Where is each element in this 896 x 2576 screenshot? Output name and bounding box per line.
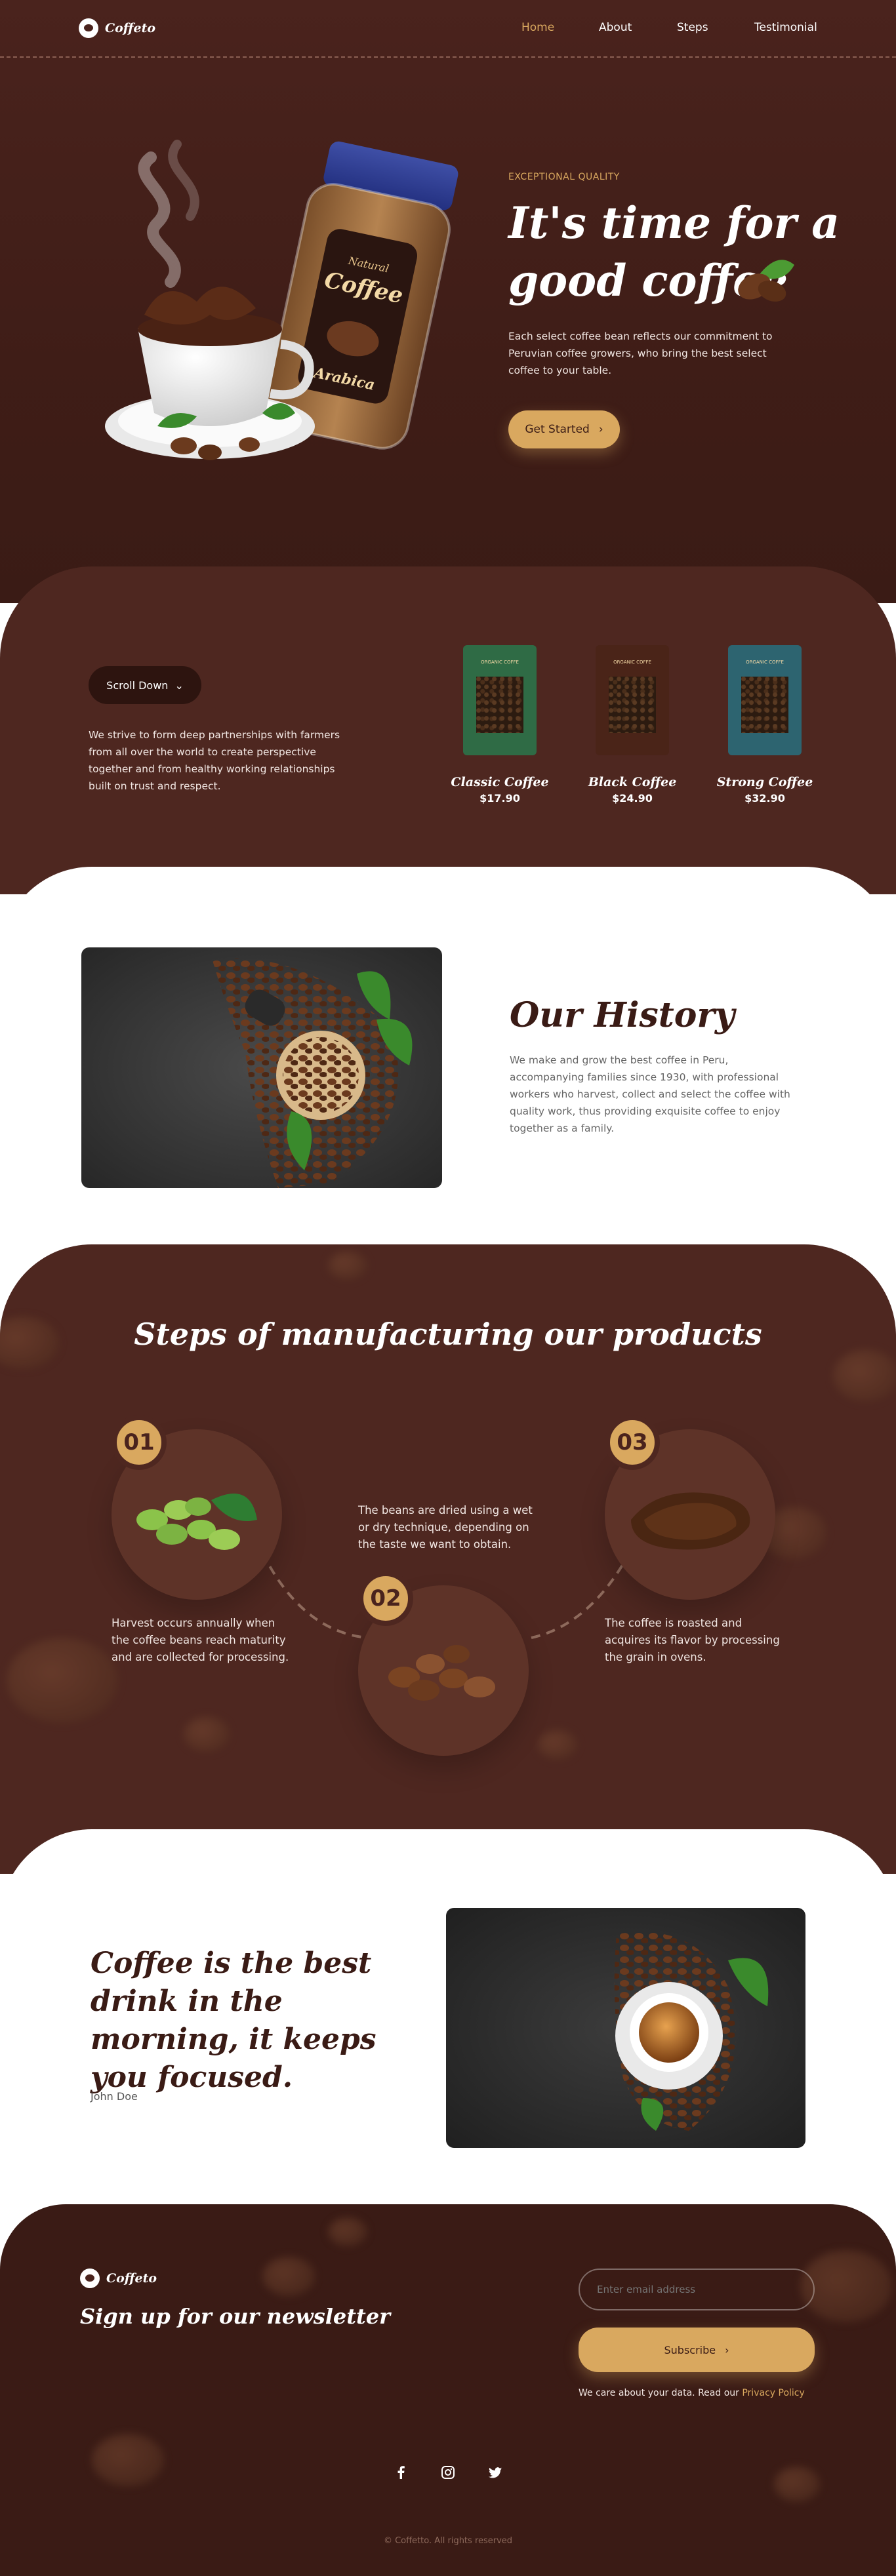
coffee-cup-photo [446,1908,805,2148]
history-section: Our History We make and grow the best co… [0,867,896,1273]
history-title: Our History [510,995,735,1035]
chevron-right-icon: › [598,423,603,436]
decorative-bean [774,2467,820,2502]
coffee-bag-image: ORGANIC COFFE [596,645,669,755]
newsletter-title: Sign up for our newsletter [80,2304,391,2329]
hero-description: Each select coffee bean reflects our com… [508,330,773,376]
email-input[interactable] [579,2269,815,2310]
scroll-down-label: Scroll Down [106,679,169,692]
privacy-policy-link[interactable]: Privacy Policy [742,2388,804,2398]
get-started-button[interactable]: Get Started › [508,410,620,448]
footer: Coffeto Sign up for our newsletter Subsc… [0,2204,896,2576]
testimonial-author: John Doe [91,2090,138,2103]
coffee-cup-icon [79,18,98,38]
step-number: 03 [605,1415,660,1470]
hero-title: It's time for a good coffee [508,194,849,309]
step-text: The coffee is roasted and acquires its f… [605,1617,780,1663]
ground-coffee-image [631,1492,750,1550]
product-price: $17.90 [479,792,520,804]
coffee-beans-photo [81,947,442,1188]
facebook-icon[interactable] [391,2463,411,2482]
subscribe-button[interactable]: Subscribe › [579,2328,815,2372]
hero-eyebrow: EXCEPTIONAL QUALITY [508,172,620,182]
coffee-bag-image: ORGANIC COFFE [463,645,537,755]
footer-brand-name: Coffeto [106,2271,157,2286]
steps-title: Steps of manufacturing our products [134,1317,762,1352]
testimonial-section: Coffee is the best drink in the morning,… [0,1829,896,2236]
step-number: 01 [112,1415,167,1470]
hero-title-line1: It's time for a [508,197,840,248]
product-name: Strong Coffee [716,775,813,789]
green-coffee-beans-image [136,1494,257,1550]
nav-about[interactable]: About [599,21,632,34]
twitter-icon[interactable] [485,2463,505,2482]
nav-home[interactable]: Home [521,21,554,34]
roasted-coffee-beans-image [388,1645,495,1701]
subscribe-label: Subscribe [664,2343,716,2356]
product-price: $32.90 [744,792,785,804]
nav-divider [0,56,896,58]
chevron-down-icon: ⌄ [174,679,184,692]
decorative-bean [328,2217,367,2246]
product-price: $24.90 [612,792,653,804]
brand-name: Coffeto [105,21,156,35]
product-name: Classic Coffee [451,775,549,789]
decorative-bean [262,2257,315,2296]
privacy-text: We care about your data. Read our [579,2388,739,2398]
privacy-note: We care about your data. Read our Privac… [579,2388,805,2398]
nav-testimonial[interactable]: Testimonial [754,21,817,34]
testimonial-quote: Coffee is the best drink in the morning,… [91,1947,377,2094]
decorative-bean [7,1638,118,1723]
step-text: Harvest occurs annually when the coffee … [112,1617,289,1663]
instagram-icon[interactable] [438,2463,458,2482]
products-description: We strive to form deep partnerships with… [89,729,340,792]
bag-label: ORGANIC COFFE [481,660,519,665]
bag-label: ORGANIC COFFE [613,660,651,665]
products-section: Scroll Down ⌄ We strive to form deep par… [0,566,896,894]
chevron-right-icon: › [725,2343,729,2356]
decorative-bean [184,1716,230,1752]
hero-section: Coffeto Home About Steps Testimonial Nat… [0,0,896,603]
coffee-cup-icon [80,2269,100,2288]
hero-coffee-illustration: Natural Coffee Arabica [105,140,458,460]
decorative-bean [538,1730,577,1760]
product-name: Black Coffee [588,775,677,789]
decorative-bean [92,2434,164,2486]
step-text: The beans are dried using a wet or dry t… [358,1504,533,1551]
decorative-bean [833,1349,896,1402]
step-number: 02 [358,1571,413,1626]
get-started-label: Get Started [525,423,590,436]
steps-section: Steps of manufacturing our products 01 H… [0,1244,896,1874]
copyright: © Coffetto. All rights reserved [383,2536,513,2546]
bag-label: ORGANIC COFFE [746,660,784,665]
brand-logo[interactable]: Coffeto [79,18,155,38]
history-body: We make and grow the best coffee in Peru… [510,1054,790,1134]
coffee-beans-leaf-icon [738,260,794,302]
nav-steps[interactable]: Steps [677,21,708,34]
decorative-bean [328,1251,367,1280]
coffee-bag-image: ORGANIC COFFE [728,645,802,755]
footer-brand-logo[interactable]: Coffeto [80,2269,157,2288]
scroll-down-button[interactable]: Scroll Down ⌄ [89,666,201,704]
